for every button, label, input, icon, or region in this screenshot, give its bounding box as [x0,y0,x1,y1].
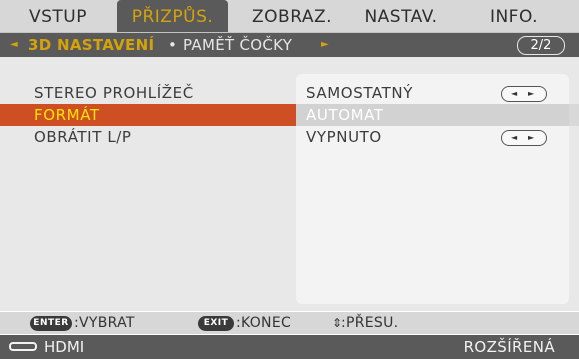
enter-action-label: :VYBRAT [74,315,135,331]
tab-vstup[interactable]: VSTUP [8,0,108,32]
stepper-left-arrow-icon[interactable]: ◄ [511,131,517,145]
setting-label: STEREO PROHLÍŽEČ [34,84,194,102]
submenu-bar: ◄ 3D NASTAVENÍ • PAMĚŤ ČOČKY ► 2/2 [0,33,579,57]
setting-value: VYPNUTO [306,128,382,146]
exit-action-label: :KONEC [236,315,292,331]
stepper-right-arrow-icon[interactable]: ► [528,131,534,145]
submenu-separator: • [168,36,177,54]
tab-zobraz[interactable]: ZOBRAZ. [240,0,344,32]
setting-label: FORMÁT [34,106,100,124]
submenu-current-title: 3D NASTAVENÍ [28,36,155,54]
setting-row-format[interactable]: FORMÁT AUTOMAT [0,104,579,126]
stepper-left-arrow-icon[interactable]: ◄ [511,87,517,101]
tab-nastav[interactable]: NASTAV. [345,0,457,32]
move-action-label: :PŘESU. [341,315,399,331]
setting-row-swap-lr[interactable]: OBRÁTIT L/P VYPNUTO ◄ ► [0,126,579,148]
submenu-next-title[interactable]: PAMĚŤ ČOČKY [183,33,292,57]
page-indicator: 2/2 [517,36,565,55]
enter-key-badge: ENTER [30,316,72,331]
tab-info[interactable]: INFO. [466,0,562,32]
setting-value: AUTOMAT [306,106,384,124]
settings-panel: STEREO PROHLÍŽEČ SAMOSTATNÝ ◄ ► FORMÁT A… [0,57,579,311]
exit-key-badge: EXIT [198,316,234,331]
submenu-prev-arrow-icon[interactable]: ◄ [10,33,18,57]
value-stepper[interactable]: ◄ ► [501,86,547,102]
setting-value: SAMOSTATNÝ [306,84,413,102]
stepper-right-arrow-icon[interactable]: ► [528,87,534,101]
setting-row-stereo-viewer[interactable]: STEREO PROHLÍŽEČ SAMOSTATNÝ ◄ ► [0,82,579,104]
status-bar: HDMI ROZŠÍŘENÁ [0,335,579,359]
value-stepper[interactable]: ◄ ► [501,130,547,146]
key-guide-bar: ENTER :VYBRAT EXIT :KONEC ⇕ :PŘESU. [0,312,579,334]
input-source-label: HDMI [44,338,85,356]
tab-bar: VSTUP PŘIZPŮS. ZOBRAZ. NASTAV. INFO. [0,0,579,33]
hdmi-connector-icon [9,342,37,351]
projector-osd-menu: VSTUP PŘIZPŮS. ZOBRAZ. NASTAV. INFO. ◄ 3… [0,0,579,359]
submenu-next-arrow-icon[interactable]: ► [321,33,329,57]
menu-mode-label: ROZŠÍŘENÁ [463,338,555,356]
tab-prizpus[interactable]: PŘIZPŮS. [117,0,228,32]
setting-label: OBRÁTIT L/P [34,128,132,146]
